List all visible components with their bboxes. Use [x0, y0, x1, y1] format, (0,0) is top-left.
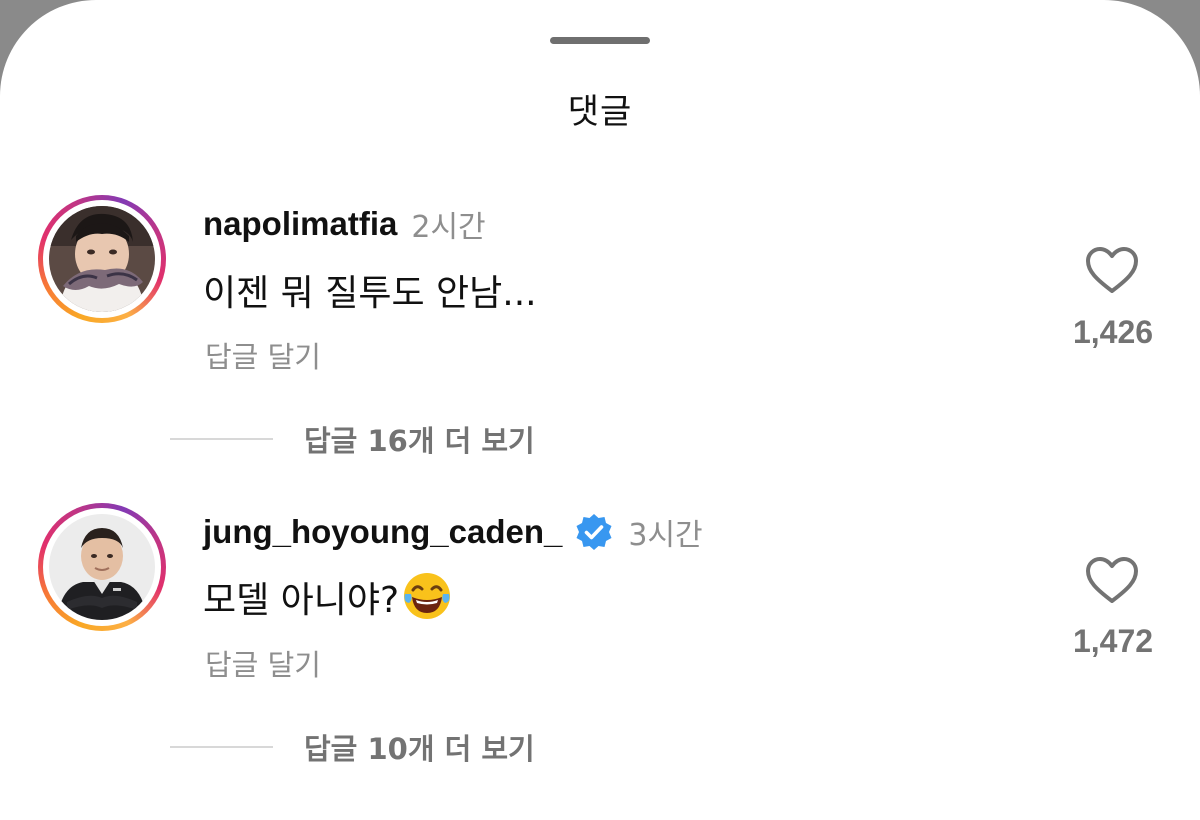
heart-icon[interactable] — [1084, 245, 1140, 295]
view-replies-label[interactable]: 답글 10개 더 보기 — [304, 726, 535, 768]
comment-item: jung_hoyoung_caden_ 3시간 모델 아니야? 답글 달기 1,… — [0, 0, 1200, 766]
comment-meta: napolimatfia 2시간 — [203, 202, 486, 246]
comment-timestamp: 2시간 — [411, 210, 486, 245]
avatar[interactable] — [38, 503, 166, 631]
verified-badge-icon — [576, 514, 612, 550]
like-count: 1,426 — [1072, 314, 1154, 350]
comments-sheet: 댓글 napolimatfia 2시간 이젠 뭐 질투도 안남... 답글 달기… — [0, 0, 1200, 820]
comment-username[interactable]: napolimatfia — [203, 205, 397, 243]
like-count: 1,472 — [1072, 623, 1154, 659]
view-replies-button[interactable]: 답글 10개 더 보기 — [0, 726, 1200, 766]
heart-icon[interactable] — [1084, 555, 1140, 605]
comment-text: 모델 아니야? — [203, 570, 453, 623]
replies-divider — [170, 746, 273, 748]
avatar[interactable] — [38, 195, 166, 323]
comment-meta: jung_hoyoung_caden_ 3시간 — [203, 510, 703, 554]
view-replies-button[interactable]: 답글 16개 더 보기 — [0, 418, 1200, 458]
comment-username[interactable]: jung_hoyoung_caden_ — [203, 513, 562, 551]
comment-text-body: 모델 아니야? — [203, 580, 400, 621]
reply-button[interactable]: 답글 달기 — [205, 334, 321, 376]
replies-divider — [170, 438, 273, 440]
tears-of-joy-emoji-icon — [404, 573, 451, 619]
person-tattoo-avatar-icon — [49, 206, 155, 312]
comment-text: 이젠 뭐 질투도 안남... — [203, 273, 537, 314]
comment-timestamp: 3시간 — [628, 518, 703, 553]
chef-avatar-icon — [49, 514, 155, 620]
reply-button[interactable]: 답글 달기 — [205, 642, 321, 684]
view-replies-label[interactable]: 답글 16개 더 보기 — [304, 418, 535, 460]
